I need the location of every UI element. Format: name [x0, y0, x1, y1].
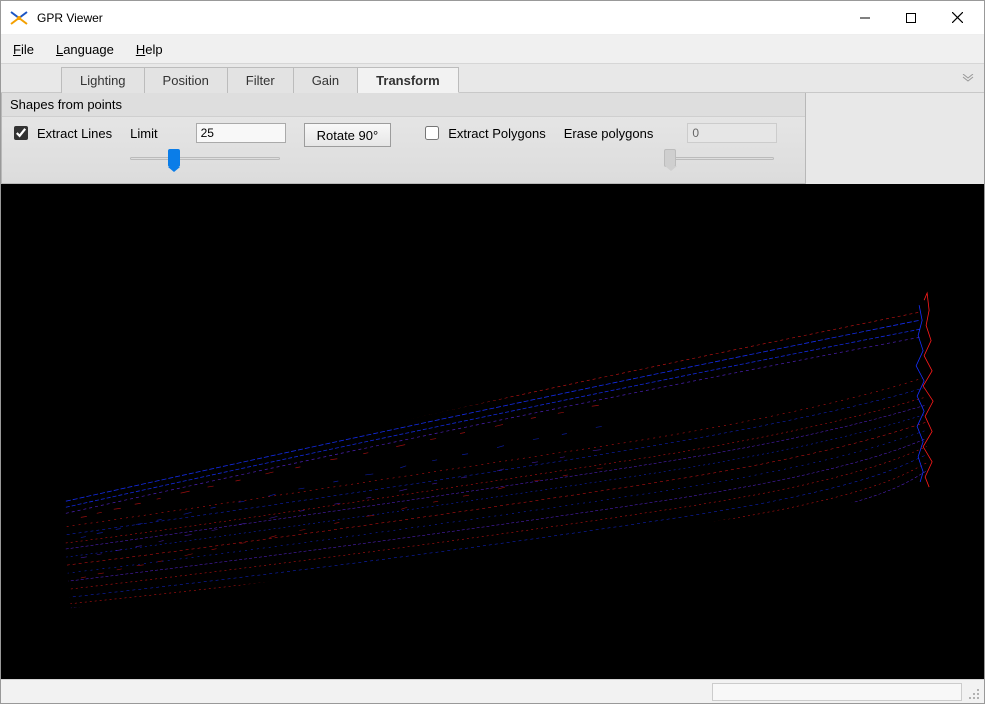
limit-input[interactable] — [196, 123, 286, 143]
panel-collapse-icon[interactable] — [960, 70, 976, 86]
resize-grip-icon[interactable] — [964, 684, 980, 700]
window-minimize-button[interactable] — [842, 3, 888, 33]
extract-polygons-label: Extract Polygons — [448, 126, 546, 141]
menu-file[interactable]: File — [9, 40, 38, 59]
limit-slider[interactable] — [130, 147, 280, 169]
extract-polygons-checkbox[interactable]: Extract Polygons — [421, 123, 546, 143]
status-slot — [712, 683, 962, 701]
gpr-viewport[interactable] — [1, 184, 984, 679]
app-icon — [9, 8, 29, 28]
menubar: File Language Help — [1, 35, 984, 63]
erase-polygons-label: Erase polygons — [564, 126, 654, 141]
window-maximize-button[interactable] — [888, 3, 934, 33]
tab-transform[interactable]: Transform — [358, 67, 459, 93]
menu-language[interactable]: Language — [52, 40, 118, 59]
tab-position[interactable]: Position — [145, 67, 228, 93]
extract-lines-input[interactable] — [14, 126, 28, 140]
erase-polygons-input — [687, 123, 777, 143]
statusbar — [1, 679, 984, 703]
extract-polygons-input[interactable] — [425, 126, 439, 140]
titlebar: GPR Viewer — [1, 1, 984, 35]
limit-label: Limit — [130, 126, 157, 141]
erase-polygons-slider[interactable] — [664, 147, 774, 169]
panel-header: Shapes from points — [2, 93, 805, 117]
window-title: GPR Viewer — [37, 11, 103, 25]
extract-lines-checkbox[interactable]: Extract Lines — [10, 123, 112, 143]
tab-lighting[interactable]: Lighting — [61, 67, 145, 93]
tab-gain[interactable]: Gain — [294, 67, 358, 93]
transform-panel: Shapes from points Extract Lines Limit R… — [1, 93, 806, 184]
tab-bar: Lighting Position Filter Gain Transform — [1, 63, 984, 93]
rotate-90-button[interactable]: Rotate 90° — [304, 123, 392, 147]
menu-help[interactable]: Help — [132, 40, 167, 59]
window-close-button[interactable] — [934, 3, 980, 33]
tab-filter[interactable]: Filter — [228, 67, 294, 93]
extract-lines-label: Extract Lines — [37, 126, 112, 141]
